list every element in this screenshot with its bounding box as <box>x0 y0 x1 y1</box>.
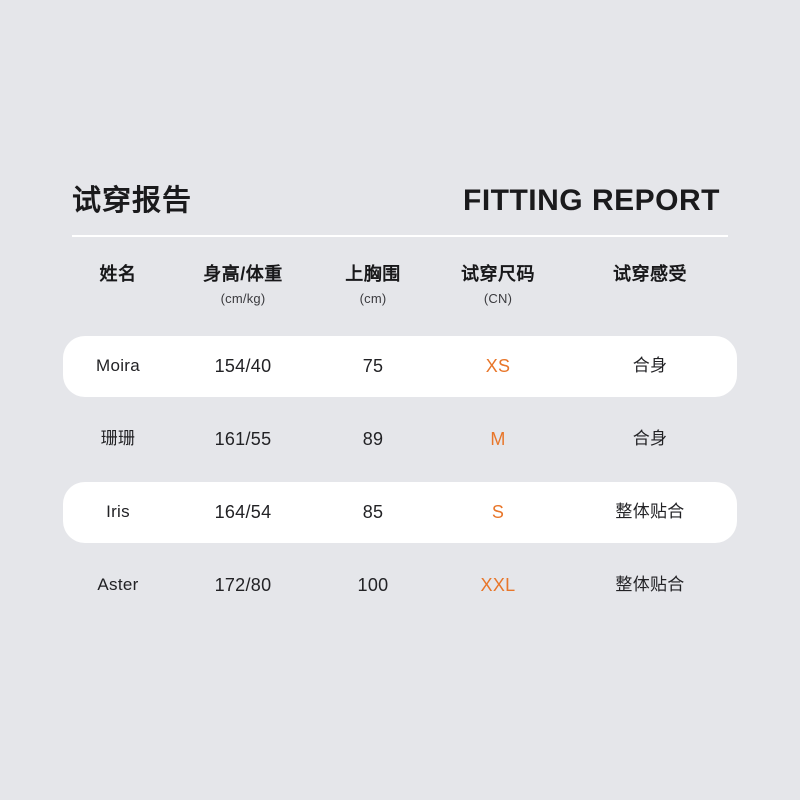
cell-feeling: 整体贴合 <box>615 502 685 522</box>
cell-height-weight: 172/80 <box>214 574 272 595</box>
fitting-report-table: 姓名 身高/体重 (cm/kg) 上胸围 (cm) 试穿尺码 (CN) 试穿感受 <box>63 258 737 628</box>
cell-bust: 89 <box>362 428 384 449</box>
cell-feeling: 整体贴合 <box>615 575 685 595</box>
table-body: Moira 154/40 75 XS 合身 珊珊 161/55 89 M 合身 … <box>63 336 737 616</box>
column-header-size: 试穿尺码 (CN) <box>433 258 563 306</box>
cell-size: S <box>491 501 505 522</box>
cell-feeling: 合身 <box>632 356 668 376</box>
column-header-height-weight: 身高/体重 (cm/kg) <box>173 258 313 306</box>
column-header-bust: 上胸围 (cm) <box>313 258 433 306</box>
cell-bust: 85 <box>362 501 384 522</box>
cell-size: XXL <box>480 574 516 595</box>
column-header-size-unit: (CN) <box>483 290 513 306</box>
column-header-height-weight-label: 身高/体重 <box>203 264 283 284</box>
cell-height-weight: 161/55 <box>214 428 272 449</box>
column-header-bust-label: 上胸围 <box>345 264 401 284</box>
column-header-name-label: 姓名 <box>99 264 137 284</box>
cell-bust: 100 <box>357 574 389 595</box>
table-row: 珊珊 161/55 89 M 合身 <box>63 409 737 470</box>
column-header-name: 姓名 <box>63 258 173 291</box>
table-row: Aster 172/80 100 XXL 整体贴合 <box>63 555 737 616</box>
cell-size: M <box>490 428 506 449</box>
column-header-feeling-label: 试穿感受 <box>613 264 687 284</box>
column-header-height-weight-unit: (cm/kg) <box>220 290 266 306</box>
cell-name: Aster <box>97 575 139 595</box>
cell-name: Iris <box>106 502 130 522</box>
fitting-report-page: 试穿报告 FITTING REPORT 姓名 身高/体重 (cm/kg) 上胸围… <box>0 0 800 800</box>
cell-bust: 75 <box>362 355 384 376</box>
report-header: 试穿报告 FITTING REPORT <box>72 176 728 226</box>
cell-feeling: 合身 <box>632 429 668 449</box>
column-header-bust-unit: (cm) <box>359 290 387 306</box>
column-header-size-label: 试穿尺码 <box>461 264 535 284</box>
cell-size: XS <box>485 355 511 376</box>
cell-name: 珊珊 <box>100 429 136 449</box>
table-row: Moira 154/40 75 XS 合身 <box>63 336 737 397</box>
page-title-cn: 试穿报告 <box>72 184 193 217</box>
cell-height-weight: 154/40 <box>214 355 272 376</box>
table-header-row: 姓名 身高/体重 (cm/kg) 上胸围 (cm) 试穿尺码 (CN) 试穿感受 <box>63 258 737 320</box>
page-title-en: FITTING REPORT <box>463 184 720 217</box>
cell-height-weight: 164/54 <box>214 501 272 522</box>
table-row: Iris 164/54 85 S 整体贴合 <box>63 482 737 543</box>
cell-name: Moira <box>95 356 140 376</box>
header-divider <box>72 235 728 237</box>
column-header-feeling: 试穿感受 <box>563 258 737 291</box>
